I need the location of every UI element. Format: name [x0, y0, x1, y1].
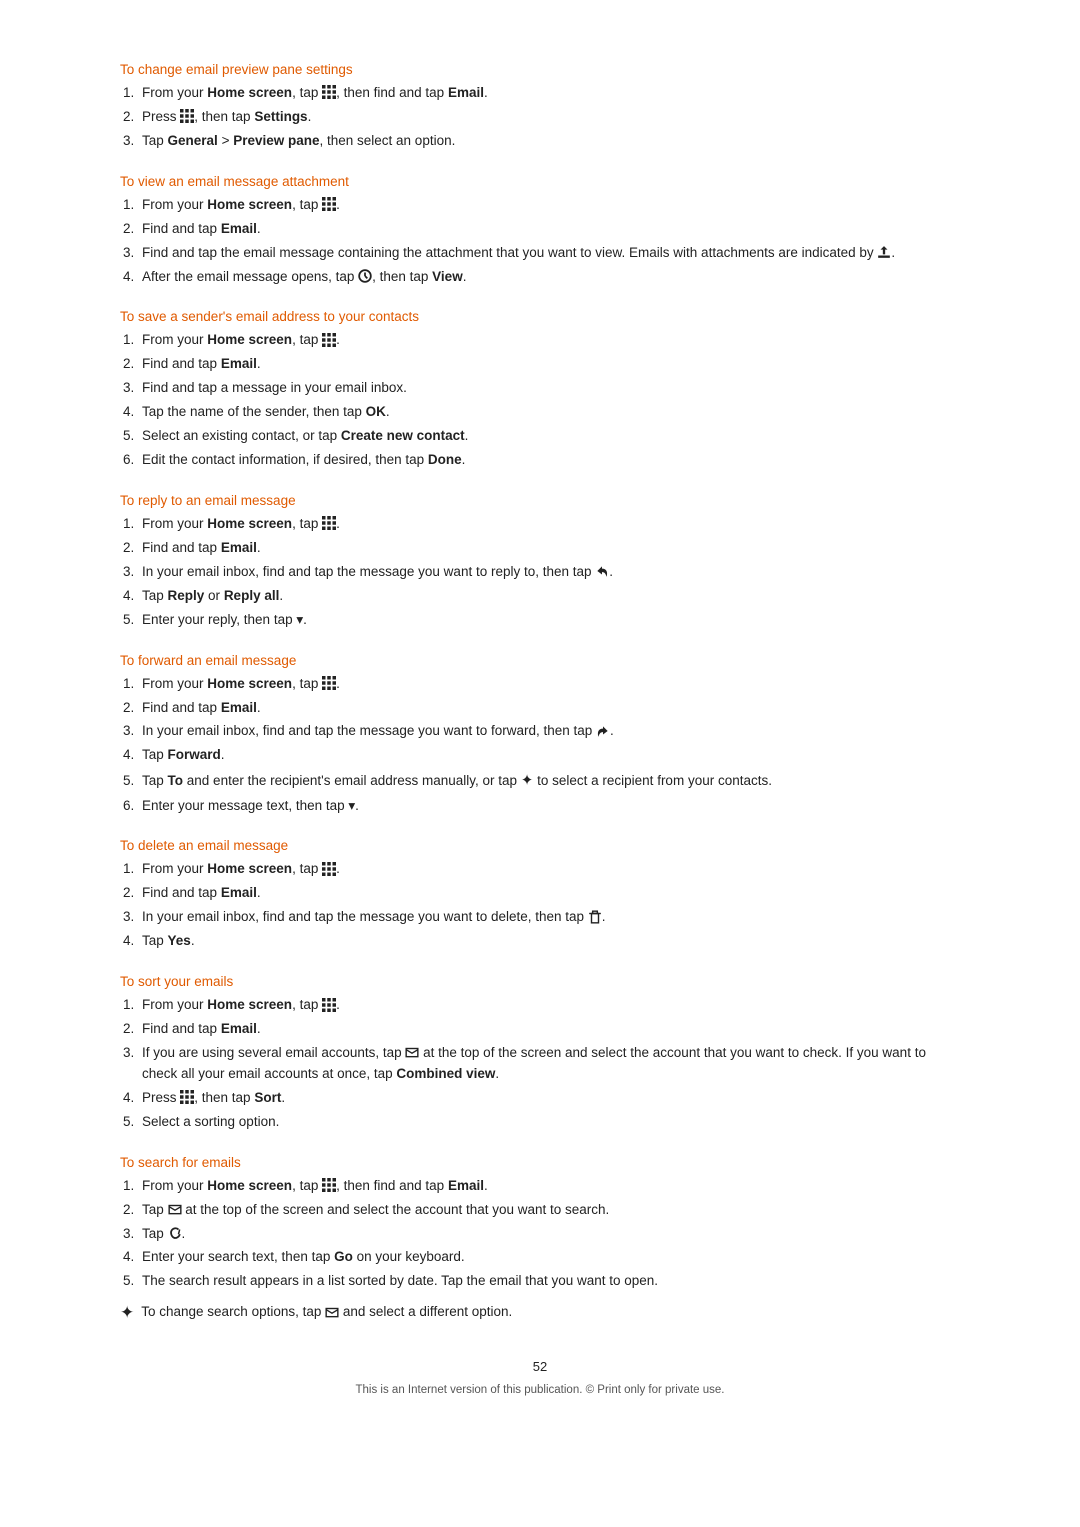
steps-save-sender: From your Home screen, tap . Find and ta…	[138, 330, 960, 471]
step: In your email inbox, find and tap the me…	[138, 721, 960, 742]
footer: This is an Internet version of this publ…	[120, 1384, 960, 1396]
section-change-preview: To change email preview pane settings Fr…	[120, 62, 960, 152]
section-reply-email: To reply to an email message From your H…	[120, 493, 960, 631]
step: If you are using several email accounts,…	[138, 1043, 960, 1085]
tip-text: To change search options, tap and select…	[141, 1302, 512, 1322]
step: Tap Reply or Reply all.	[138, 586, 960, 607]
step: Find and tap Email.	[138, 354, 960, 375]
step: Find and tap Email.	[138, 538, 960, 559]
step: Press , then tap Settings.	[138, 107, 960, 128]
page-content: To change email preview pane settings Fr…	[120, 62, 960, 1396]
step: From your Home screen, tap , then find a…	[138, 83, 960, 104]
section-forward-email: To forward an email message From your Ho…	[120, 653, 960, 817]
steps-sort-emails: From your Home screen, tap . Find and ta…	[138, 995, 960, 1133]
step: Find and tap a message in your email inb…	[138, 378, 960, 399]
step: From your Home screen, tap .	[138, 674, 960, 695]
section-title-forward-email: To forward an email message	[120, 653, 960, 668]
section-title-change-preview: To change email preview pane settings	[120, 62, 960, 77]
steps-delete-email: From your Home screen, tap . Find and ta…	[138, 859, 960, 952]
step: From your Home screen, tap .	[138, 859, 960, 880]
step: Find and tap Email.	[138, 219, 960, 240]
steps-forward-email: From your Home screen, tap . Find and ta…	[138, 674, 960, 817]
step: Enter your message text, then tap ▾.	[138, 796, 960, 817]
page-number: 52	[120, 1359, 960, 1374]
step: From your Home screen, tap , then find a…	[138, 1176, 960, 1197]
step: Tap Forward.	[138, 745, 960, 766]
step: Tap To and enter the recipient's email a…	[138, 769, 960, 792]
step: Tap General > Preview pane, then select …	[138, 131, 960, 152]
section-title-search-emails: To search for emails	[120, 1155, 960, 1170]
step: Press , then tap Sort.	[138, 1088, 960, 1109]
steps-view-attachment: From your Home screen, tap . Find and ta…	[138, 195, 960, 288]
step: Find and tap Email.	[138, 1019, 960, 1040]
step: Enter your search text, then tap Go on y…	[138, 1247, 960, 1268]
section-title-reply-email: To reply to an email message	[120, 493, 960, 508]
section-search-emails: To search for emails From your Home scre…	[120, 1155, 960, 1293]
step: Edit the contact information, if desired…	[138, 450, 960, 471]
tip-row: ✦ To change search options, tap and sele…	[120, 1302, 960, 1323]
steps-search-emails: From your Home screen, tap , then find a…	[138, 1176, 960, 1293]
section-view-attachment: To view an email message attachment From…	[120, 174, 960, 288]
step: Find and tap Email.	[138, 883, 960, 904]
step: From your Home screen, tap .	[138, 195, 960, 216]
section-delete-email: To delete an email message From your Hom…	[120, 838, 960, 952]
step: Tap .	[138, 1224, 960, 1245]
step: Tap Yes.	[138, 931, 960, 952]
step: After the email message opens, tap , the…	[138, 267, 960, 288]
step: Tap at the top of the screen and select …	[138, 1200, 960, 1221]
step: Tap the name of the sender, then tap OK.	[138, 402, 960, 423]
step: Select a sorting option.	[138, 1112, 960, 1133]
section-title-sort-emails: To sort your emails	[120, 974, 960, 989]
section-title-save-sender: To save a sender's email address to your…	[120, 309, 960, 324]
steps-change-preview: From your Home screen, tap , then find a…	[138, 83, 960, 152]
section-save-sender: To save a sender's email address to your…	[120, 309, 960, 471]
step: From your Home screen, tap .	[138, 514, 960, 535]
section-sort-emails: To sort your emails From your Home scree…	[120, 974, 960, 1133]
step: From your Home screen, tap .	[138, 995, 960, 1016]
step: Select an existing contact, or tap Creat…	[138, 426, 960, 447]
step: Find and tap Email.	[138, 698, 960, 719]
step: From your Home screen, tap .	[138, 330, 960, 351]
section-title-delete-email: To delete an email message	[120, 838, 960, 853]
step: In your email inbox, find and tap the me…	[138, 562, 960, 583]
step: In your email inbox, find and tap the me…	[138, 907, 960, 928]
step: The search result appears in a list sort…	[138, 1271, 960, 1292]
section-title-view-attachment: To view an email message attachment	[120, 174, 960, 189]
step: Find and tap the email message containin…	[138, 243, 960, 264]
step: Enter your reply, then tap ▾.	[138, 610, 960, 631]
steps-reply-email: From your Home screen, tap . Find and ta…	[138, 514, 960, 631]
tip-icon: ✦	[120, 1303, 134, 1323]
